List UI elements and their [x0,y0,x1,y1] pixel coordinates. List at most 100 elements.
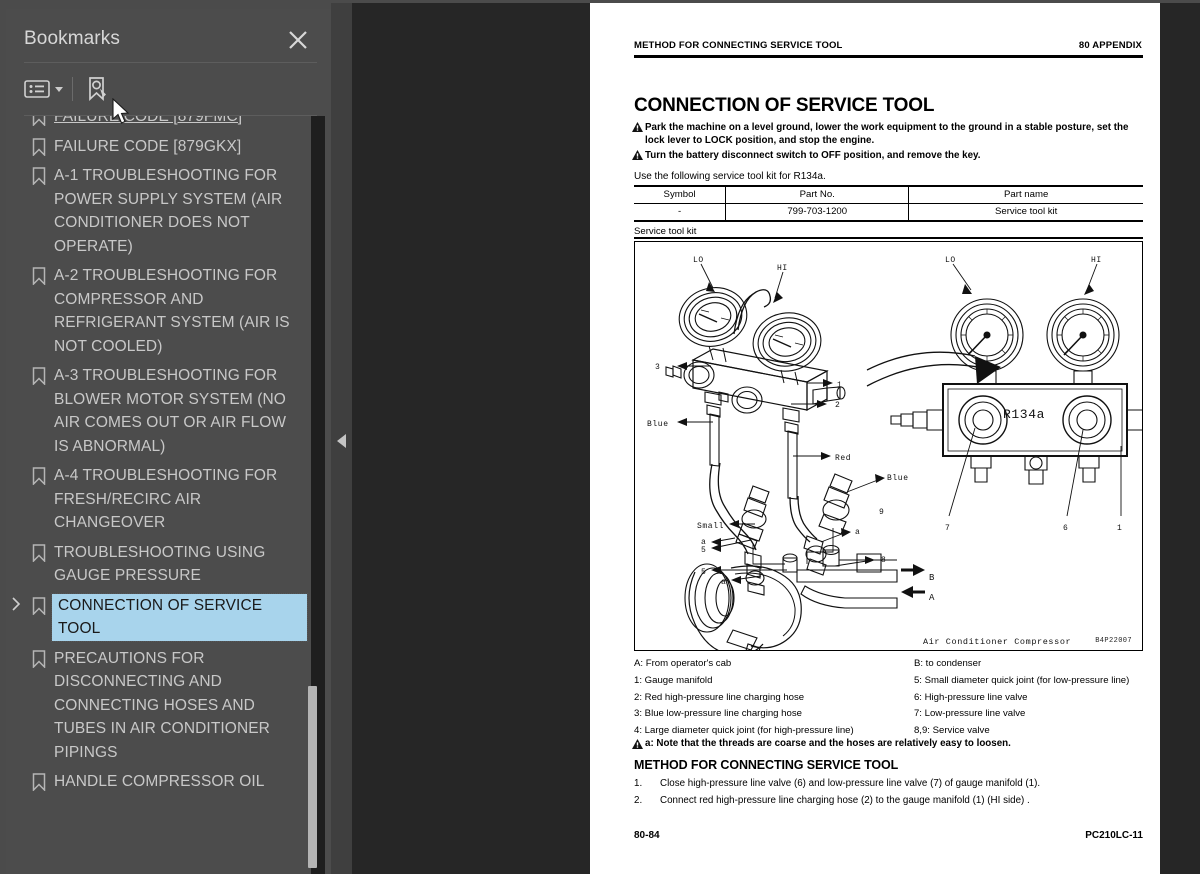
bookmark-icon [26,464,52,485]
bookmark-icon [26,116,52,126]
column-header-part-name: Part name [908,185,1143,204]
bookmark-item[interactable]: FAILURE CODE [879GKX] [6,132,331,162]
step-item: 1. Close high-pressure line valve (6) an… [634,775,1143,792]
service-tool-figure: LO HI LO HI 3 Blue 2 Red 1 a a a Blue Sm… [634,241,1143,651]
figure-number-3: 3 [655,363,660,372]
chevron-right-icon[interactable] [6,594,26,611]
figure-number-1-left: 1 [837,381,842,390]
figure-label-lo-right: LO [945,256,956,265]
bookmark-label: FAILURE CODE [879FMC] [54,116,243,125]
figure-label-lo-left: LO [693,256,704,265]
figure-number-5-b: 5 [701,568,706,577]
step-text: Close high-pressure line valve (6) and l… [660,778,1041,789]
figure-number-7-right: 7 [945,524,950,533]
warning-notice: Turn the battery disconnect switch to OF… [632,149,1142,162]
bookmarks-list[interactable]: FAILURE CODE [879FMC] FAILURE CODE [879GK… [6,116,331,874]
bookmarks-toolbar [6,63,331,115]
close-icon[interactable] [287,29,309,51]
bookmark-icon [26,770,52,791]
bookmark-item[interactable]: A-4 TROUBLESHOOTING FOR FRESH/RECIRC AIR… [6,461,331,538]
figure-arrow-b: B [929,573,935,583]
bookmark-item[interactable]: FAILURE CODE [879FMC] [6,116,331,132]
column-header-part-no: Part No. [725,185,910,204]
parts-table: Symbol Part No. Part name - 799-703-1200… [634,185,1143,222]
bookmark-icon [26,647,52,668]
twisty-spacer [6,264,26,267]
toolbar-separator [72,77,73,101]
twisty-spacer [6,647,26,650]
intro-text: Use the following service tool kit for R… [634,171,826,182]
figure-label-refrigerant: R134a [1003,407,1045,422]
bookmark-label: A-2 TROUBLESHOOTING FOR COMPRESSOR AND R… [54,267,290,355]
figure-label-hi-right: HI [1091,256,1102,265]
legend-right: 5: Small diameter quick joint (for low-p… [913,674,1130,686]
bookmarks-sidebar: Bookmarks FAILURE CODE [879FMC] FAILURE … [0,0,331,874]
legend-left: 3: Blue low-pressure line charging hose [634,708,802,720]
bookmark-icon [26,264,52,285]
figure-number-6-right: 6 [1063,524,1068,533]
bookmark-item[interactable]: PRECAUTIONS FOR DISCONNECTING AND CONNEC… [6,644,331,768]
step-item: 2. Connect red high-pressure line chargi… [634,792,1143,809]
figure-label-blue-lower: Blue [887,474,909,483]
document-page: METHOD FOR CONNECTING SERVICE TOOL 80 AP… [590,3,1160,874]
figure-number-9: 9 [879,508,884,517]
warning-triangle-icon [632,739,643,752]
bookmark-item[interactable]: A-3 TROUBLESHOOTING FOR BLOWER MOTOR SYS… [6,361,331,461]
legend-left: 2: Red high-pressure line charging hose [634,691,805,703]
bookmark-icon [26,594,52,615]
figure-label-compressor: Air Conditioner Compressor [923,637,1071,647]
bookmark-item[interactable]: HANDLE COMPRESSOR OIL [6,767,331,797]
bookmark-icon [26,541,52,562]
warning-text: Park the machine on a level ground, lowe… [645,122,1129,147]
legend-right: 7: Low-pressure line valve [913,708,1026,720]
figure-label-blue-upper: Blue [647,420,669,429]
step-number: 2. [634,795,643,806]
legend-row: 1: Gauge manifold 5: Small diameter quic… [634,673,1143,690]
list-options-icon[interactable] [24,73,63,105]
column-header-symbol: Symbol [634,185,727,204]
bookmarks-header: Bookmarks [6,9,331,61]
bookmark-icon [26,135,52,156]
legend-row: 3: Blue low-pressure line charging hose … [634,706,1143,723]
figure-letter-a-2: a [721,578,726,587]
bookmark-item[interactable]: CONNECTION OF SERVICE TOOL [6,591,331,644]
warning-triangle-icon [632,122,643,136]
bookmark-icon [26,164,52,185]
bookmark-item[interactable]: TROUBLESHOOTING USING GAUGE PRESSURE [6,538,331,591]
figure-id: B4P22007 [1095,637,1132,645]
method-heading: METHOD FOR CONNECTING SERVICE TOOL [634,758,899,772]
step-text: Connect red high-pressure line charging … [660,795,1030,806]
bookmarks-title: Bookmarks [24,28,120,49]
bookmarks-scrollbar-thumb[interactable] [308,686,317,868]
twisty-spacer [6,135,26,138]
bookmark-label: A-4 TROUBLESHOOTING FOR FRESH/RECIRC AIR… [54,467,278,531]
note-a-text: a: Note that the threads are coarse and … [645,738,1011,749]
bookmark-label: A-1 TROUBLESHOOTING FOR POWER SUPPLY SYS… [54,167,283,255]
figure-drawing: LO HI LO HI 3 Blue 2 Red 1 a a a Blue Sm… [647,256,1142,650]
twisty-spacer [6,364,26,367]
page-footer-right: PC210LC-11 [1085,830,1143,841]
find-bookmark-icon[interactable] [84,73,112,105]
figure-number-5-a: 5 [701,546,706,555]
bookmark-item[interactable]: A-2 TROUBLESHOOTING FOR COMPRESSOR AND R… [6,261,331,361]
bookmarks-scrollbar-track[interactable] [308,116,325,874]
bookmark-label: CONNECTION OF SERVICE TOOL [51,592,308,642]
bookmark-label: HANDLE COMPRESSOR OIL [54,773,265,790]
twisty-spacer [6,464,26,467]
figure-label-hi-left: HI [777,264,788,273]
collapse-left-icon[interactable] [337,434,346,448]
legend-left: 1: Gauge manifold [634,674,713,686]
bookmark-item[interactable]: A-1 TROUBLESHOOTING FOR POWER SUPPLY SYS… [6,161,331,261]
warning-notice: Park the machine on a level ground, lowe… [632,121,1142,148]
cell-symbol: - [634,203,727,222]
bookmark-label: A-3 TROUBLESHOOTING FOR BLOWER MOTOR SYS… [54,367,287,455]
pdf-reader-window: Bookmarks FAILURE CODE [879FMC] FAILURE … [0,0,1200,874]
page-footer-left: 80-84 [634,830,660,841]
chevron-down-icon [55,86,63,92]
method-steps: 1. Close high-pressure line valve (6) an… [634,775,1143,809]
figure-letter-a-3: a [855,528,860,537]
note-a: a: Note that the threads are coarse and … [632,738,1142,749]
step-number: 1. [634,778,643,789]
page-header-right: 80 APPENDIX [1078,40,1142,51]
bookmark-label: PRECAUTIONS FOR DISCONNECTING AND CONNEC… [54,649,270,761]
